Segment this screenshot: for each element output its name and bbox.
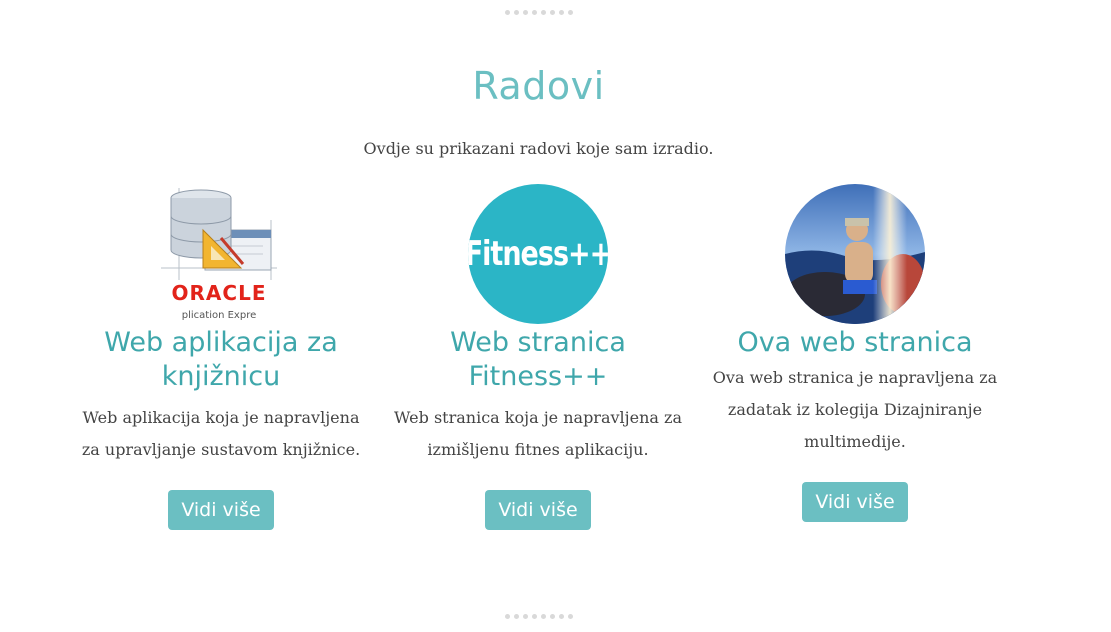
pagination-dot[interactable] bbox=[513, 614, 519, 619]
pagination-dot[interactable] bbox=[522, 614, 528, 619]
fitness-logo-image: Fitness++ bbox=[468, 184, 608, 324]
pagination-dot[interactable] bbox=[513, 10, 519, 15]
pagination-dot[interactable] bbox=[531, 614, 537, 619]
project-card-this-site: Ova web stranica Ova web stranica je nap… bbox=[705, 184, 1005, 522]
project-card-fitness: Fitness++ Web stranica Fitness++ Web str… bbox=[388, 184, 688, 530]
personal-photo-image bbox=[785, 184, 925, 324]
vidi-vise-button[interactable]: Vidi više bbox=[168, 490, 274, 530]
project-description: Web aplikacija koja je napravljena za up… bbox=[81, 408, 361, 459]
pagination-dot[interactable] bbox=[558, 10, 564, 15]
pagination-dot[interactable] bbox=[540, 10, 546, 15]
project-title: Web stranica Fitness++ bbox=[450, 327, 626, 392]
pagination-dot[interactable] bbox=[558, 614, 564, 619]
pagination-dot[interactable] bbox=[540, 614, 546, 619]
photo-icon bbox=[785, 184, 925, 324]
vidi-vise-button[interactable]: Vidi više bbox=[485, 490, 591, 530]
pagination-dot[interactable] bbox=[549, 614, 555, 619]
pagination-dot[interactable] bbox=[504, 614, 510, 619]
pagination-dot[interactable] bbox=[504, 10, 510, 15]
pagination-dot[interactable] bbox=[549, 10, 555, 15]
project-title: Web aplikacija za knjižnicu bbox=[104, 327, 338, 392]
pagination-dot[interactable] bbox=[522, 10, 528, 15]
fitness-logo-text: Fitness++ bbox=[468, 234, 608, 274]
oracle-apex-image: ORACLE plication Expre bbox=[159, 184, 283, 324]
vidi-vise-button[interactable]: Vidi više bbox=[802, 482, 908, 522]
pagination-dot[interactable] bbox=[567, 10, 573, 15]
section-title: Radovi bbox=[472, 64, 605, 108]
pagination-dot[interactable] bbox=[531, 10, 537, 15]
pagination-dot[interactable] bbox=[567, 614, 573, 619]
oracle-logo-subtext: plication Expre bbox=[182, 310, 257, 321]
pagination-dots-bottom bbox=[0, 614, 1077, 619]
section-subtitle: Ovdje su prikazani radovi koje sam izrad… bbox=[363, 139, 714, 158]
pagination-dots-top bbox=[0, 10, 1077, 15]
oracle-logo-text: ORACLE bbox=[172, 281, 267, 305]
project-description: Web stranica koja je napravljena za izmi… bbox=[394, 408, 682, 459]
database-icon: ORACLE plication Expre bbox=[161, 188, 277, 321]
project-description: Ova web stranica je napravljena za zadat… bbox=[712, 368, 998, 451]
project-card-library: ORACLE plication Expre Web aplikacija za… bbox=[71, 184, 371, 530]
project-title: Ova web stranica bbox=[737, 327, 973, 358]
